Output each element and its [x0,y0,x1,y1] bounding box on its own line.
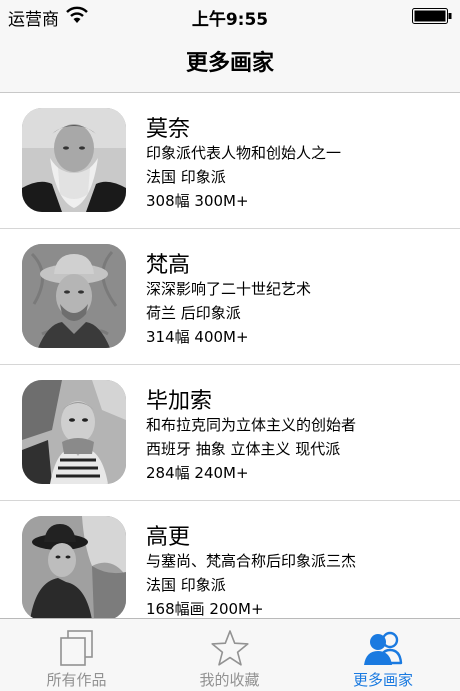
painter-description: 深深影响了二十世纪艺术 [146,280,312,298]
painter-row-gauguin[interactable]: 高更 与塞尚、梵高合称后印象派三杰 法国 印象派 168幅画 200M+ [0,501,460,618]
painter-name: 毕加索 [146,389,213,414]
painter-name: 莫奈 [146,117,191,142]
copies-icon [59,630,93,666]
painter-name: 梵高 [146,253,191,278]
painter-stats: 314幅 400M+ [146,328,249,346]
painter-description: 和布拉克同为立体主义的创始者 [146,416,357,434]
painter-list[interactable]: 莫奈 印象派代表人物和创始人之一 法国 印象派 308幅 300M+ 梵高 深深… [0,93,460,618]
tab-label: 更多画家 [352,671,413,689]
painter-tags: 法国 印象派 [146,168,226,186]
painter-portrait-monet [22,108,126,212]
painter-portrait-picasso [22,380,126,484]
tab-my-favorites[interactable]: 我的收藏 [153,619,306,691]
painter-description: 与塞尚、梵高合称后印象派三杰 [146,552,357,570]
painter-tags: 荷兰 后印象派 [146,304,241,322]
clock: 上午9:55 [191,10,269,30]
page-title: 更多画家 [185,51,274,76]
painter-stats: 168幅画 200M+ [146,600,264,618]
painter-tags: 西班牙 抽象 立体主义 现代派 [146,440,341,458]
painter-row-picasso[interactable]: 毕加索 和布拉克同为立体主义的创始者 西班牙 抽象 立体主义 现代派 284幅 … [0,365,460,501]
tab-label: 我的收藏 [199,671,260,689]
star-icon [210,630,249,666]
painter-stats: 284幅 240M+ [146,464,249,482]
painter-portrait-van-gogh [22,244,126,348]
battery-icon [412,8,452,24]
tab-all-works[interactable]: 所有作品 [0,619,153,691]
painter-stats: 308幅 300M+ [146,192,249,210]
painter-row-van-gogh[interactable]: 梵高 深深影响了二十世纪艺术 荷兰 后印象派 314幅 400M+ [0,229,460,365]
painter-description: 印象派代表人物和创始人之一 [146,144,342,162]
painter-portrait-gauguin [22,516,126,618]
navigation-bar: 更多画家 [0,32,460,93]
status-bar: 运营商 上午9:55 [0,0,460,32]
tab-label: 所有作品 [46,671,107,689]
tab-bar: 所有作品 我的收藏 更多画家 [0,618,460,691]
people-icon [364,631,403,665]
painter-row-monet[interactable]: 莫奈 印象派代表人物和创始人之一 法国 印象派 308幅 300M+ [0,93,460,229]
tab-more-painters[interactable]: 更多画家 [306,619,460,691]
painter-name: 高更 [146,525,191,550]
painter-tags: 法国 印象派 [146,576,226,594]
